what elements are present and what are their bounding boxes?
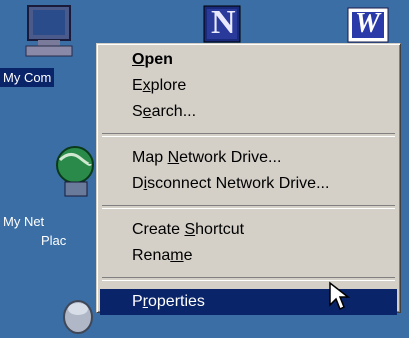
menu-item-search[interactable]: Search...	[100, 99, 397, 125]
menu-label-pre: P	[132, 293, 143, 310]
menu-item-open[interactable]: Open	[100, 47, 397, 73]
recycle-bin-icon	[63, 300, 93, 334]
my-network-places-label-line2: Plac	[38, 231, 70, 250]
desktop-icon-recycle-bin[interactable]	[60, 295, 96, 335]
menu-label-post: etwork Drive...	[179, 149, 282, 166]
desktop-icon-my-computer[interactable]: My Com	[0, 0, 100, 87]
word-letter: W	[355, 8, 380, 39]
computer-icon	[25, 5, 73, 57]
menu-label-pre: Rena	[132, 247, 171, 264]
desktop-icon-netscape[interactable]: N	[201, 0, 245, 43]
menu-item-rename[interactable]: Rename	[100, 243, 397, 269]
my-computer-label: My Com	[0, 68, 55, 87]
menu-item-disconnect-network-drive[interactable]: Disconnect Network Drive...	[100, 171, 397, 197]
network-globe-icon	[56, 146, 94, 197]
menu-label-post: sconnect Network Drive...	[147, 175, 330, 192]
menu-label-post: plore	[150, 77, 187, 94]
menu-label-pre: E	[132, 77, 143, 94]
menu-separator	[102, 133, 395, 137]
menu-label-post: hortcut	[195, 221, 245, 238]
menu-item-create-shortcut[interactable]: Create Shortcut	[100, 217, 397, 243]
mouse-pointer-icon	[329, 281, 351, 311]
desktop[interactable]: My Com N W My Net Plac Open Explore Sear…	[0, 0, 409, 335]
desktop-icon-my-network-places[interactable]: My Net Plac	[0, 140, 100, 260]
desktop-icon-word[interactable]: W	[345, 0, 395, 43]
menu-label-post: pen	[144, 51, 173, 68]
menu-item-map-network-drive[interactable]: Map Network Drive...	[100, 145, 397, 171]
menu-label-accel: e	[142, 103, 152, 120]
menu-label-accel: S	[184, 221, 196, 238]
my-network-places-label-line1: My Net	[0, 212, 48, 231]
menu-label-pre: Map	[132, 149, 168, 166]
menu-label-post: arch...	[151, 103, 197, 120]
menu-separator	[102, 205, 395, 209]
menu-label-pre: Create	[132, 221, 185, 238]
menu-label-accel: x	[142, 77, 151, 94]
menu-label-pre: S	[132, 103, 143, 120]
menu-label-post: e	[183, 247, 193, 264]
menu-item-explore[interactable]: Explore	[100, 73, 397, 99]
menu-label-accel: O	[132, 51, 145, 68]
menu-label-post: operties	[148, 293, 205, 310]
menu-label-pre: D	[132, 175, 144, 192]
menu-item-properties[interactable]: Properties	[100, 289, 397, 315]
netscape-letter: N	[211, 4, 236, 41]
context-menu: Open Explore Search... Map Network Drive…	[96, 43, 401, 315]
menu-label-accel: m	[170, 247, 184, 264]
menu-label-accel: N	[167, 149, 180, 166]
